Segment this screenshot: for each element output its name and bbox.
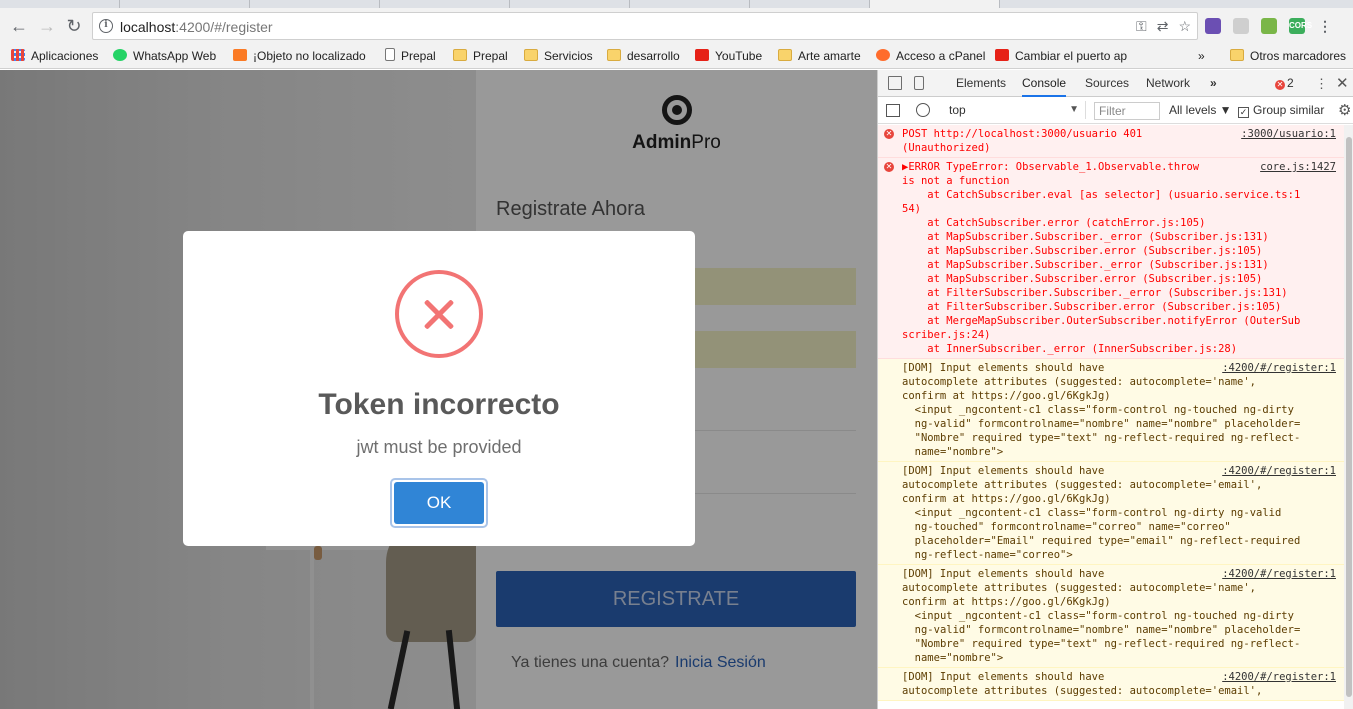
extension-icon[interactable]: [1261, 18, 1277, 34]
console-dom-warning[interactable]: [DOM] Input elements should have autocom…: [878, 462, 1344, 565]
youtube-icon: [995, 49, 1009, 61]
browser-tab[interactable]: [630, 0, 750, 8]
reload-icon[interactable]: ↻: [63, 16, 85, 38]
bookmark-apps[interactable]: Aplicaciones: [11, 48, 98, 65]
browser-tab[interactable]: [510, 0, 630, 8]
xampp-icon: [233, 49, 247, 61]
whatsapp-icon: [113, 49, 127, 61]
cpanel-icon: [876, 49, 890, 61]
tab-elements[interactable]: Elements: [956, 70, 1006, 97]
cors-extension-icon[interactable]: CORS: [1289, 18, 1312, 34]
bookmark-youtube[interactable]: YouTube: [695, 48, 762, 65]
bookmark-arte-amarte[interactable]: Arte amarte: [778, 48, 861, 65]
devtools-menu-icon[interactable]: ⋮: [1315, 76, 1328, 92]
bookmark-cpanel[interactable]: Acceso a cPanel: [876, 48, 985, 65]
tab-strip: [0, 0, 1353, 8]
error-count-badge[interactable]: ✕ 2: [1275, 76, 1294, 90]
bookmark-prepal-page[interactable]: Prepal: [385, 48, 436, 65]
key-icon[interactable]: ⚿: [1136, 18, 1147, 35]
source-link[interactable]: core.js:1427: [1260, 160, 1336, 174]
browser-tab[interactable]: [120, 0, 250, 8]
menu-icon[interactable]: ⋮: [1317, 18, 1333, 34]
address-bar[interactable]: i localhost:4200/#/register ⚿ ⇄ ☆: [92, 12, 1198, 40]
star-icon[interactable]: ☆: [1178, 18, 1191, 35]
bookmarks-bar: Aplicaciones WhatsApp Web ¡Objeto no loc…: [0, 44, 1353, 69]
inspect-element-icon[interactable]: [888, 76, 902, 90]
folder-icon: [524, 49, 538, 61]
browser-tab-active[interactable]: [870, 0, 1000, 8]
console-error-message[interactable]: ✕ ▶ERROR TypeError: Observable_1.Observab…: [878, 158, 1344, 359]
device-toolbar-icon[interactable]: [914, 76, 924, 90]
console-dom-warning[interactable]: [DOM] Input elements should have autocom…: [878, 668, 1344, 701]
bookmark-otros[interactable]: Otros marcadores: [1230, 48, 1346, 65]
chevron-down-icon: ▼: [1069, 104, 1079, 115]
console-dom-warning[interactable]: [DOM] Input elements should have autocom…: [878, 565, 1344, 668]
devtools-tabbar: Elements Console Sources Network » ✕ 2 ⋮ …: [878, 70, 1353, 97]
info-icon[interactable]: i: [99, 19, 113, 33]
folder-icon: [778, 49, 792, 61]
forward-icon[interactable]: →: [36, 16, 58, 38]
console-dom-warning[interactable]: [DOM] Input elements should have autocom…: [878, 359, 1344, 462]
page-viewport: AdminPro Registrate Ahora nguiano x REGI…: [0, 70, 877, 709]
tab-network[interactable]: Network: [1146, 70, 1190, 97]
error-icon: ✕: [1275, 80, 1285, 90]
bookmark-whatsapp[interactable]: WhatsApp Web: [113, 48, 216, 65]
dialog-message: jwt must be provided: [356, 437, 522, 457]
url-text[interactable]: localhost:4200/#/register: [120, 19, 273, 35]
devtools-panel: Elements Console Sources Network » ✕ 2 ⋮ …: [877, 70, 1353, 709]
folder-icon: [607, 49, 621, 61]
browser-toolbar: ← → ↻ i localhost:4200/#/register ⚿ ⇄ ☆ …: [0, 8, 1353, 44]
browser-tab[interactable]: [380, 0, 510, 8]
bookmark-cambiar-puerto[interactable]: Cambiar el puerto ap: [995, 48, 1135, 65]
bookmark-servicios[interactable]: Servicios: [524, 48, 593, 65]
extension-icon[interactable]: [1205, 18, 1221, 34]
source-link[interactable]: :4200/#/register:1: [1222, 464, 1336, 478]
tab-sources[interactable]: Sources: [1085, 70, 1129, 97]
clear-console-icon[interactable]: [916, 103, 930, 117]
error-icon: ✕: [884, 129, 894, 139]
console-error-message[interactable]: ✕ POST http://localhost:3000/usuario 401 …: [878, 125, 1344, 158]
source-link[interactable]: :4200/#/register:1: [1222, 670, 1336, 684]
log-levels-select[interactable]: All levels ▼: [1169, 103, 1232, 117]
error-icon: ✕: [884, 162, 894, 172]
console-toolbar: top ▼ Filter All levels ▼ ✓ Group similar …: [878, 98, 1353, 124]
bookmarks-overflow[interactable]: »: [1198, 48, 1205, 65]
apps-grid-icon: [11, 49, 25, 61]
scrollbar-thumb[interactable]: [1346, 137, 1352, 697]
error-x-icon: [395, 270, 483, 358]
source-link[interactable]: :3000/usuario:1: [1241, 127, 1336, 141]
filter-input[interactable]: Filter: [1094, 102, 1160, 120]
gear-icon[interactable]: ⚙: [1338, 101, 1351, 119]
tab-console[interactable]: Console: [1022, 70, 1067, 97]
source-link[interactable]: :4200/#/register:1: [1222, 567, 1336, 581]
browser-tab[interactable]: [750, 0, 870, 8]
checkbox-checked-icon: ✓: [1238, 107, 1249, 118]
error-dialog: Token incorrecto jwt must be provided OK: [183, 231, 695, 546]
back-icon[interactable]: ←: [8, 16, 30, 38]
context-select[interactable]: top ▼: [944, 101, 1086, 119]
page-icon: [385, 48, 395, 61]
ok-button-label: OK: [394, 482, 484, 524]
bookmark-objeto[interactable]: ¡Objeto no localizado: [233, 48, 373, 65]
close-icon[interactable]: ✕: [1336, 74, 1349, 92]
folder-icon: [453, 49, 467, 61]
bookmark-desarrollo[interactable]: desarrollo: [607, 48, 680, 65]
translate-icon[interactable]: ⇄: [1157, 18, 1169, 35]
tabs-overflow[interactable]: »: [1210, 70, 1217, 97]
extension-icon[interactable]: [1233, 18, 1249, 34]
sidebar-toggle-icon[interactable]: [886, 104, 900, 117]
source-link[interactable]: :4200/#/register:1: [1222, 361, 1336, 375]
console-scrollbar[interactable]: [1344, 125, 1353, 709]
browser-tab[interactable]: [250, 0, 380, 8]
bookmark-prepal-folder[interactable]: Prepal: [453, 48, 508, 65]
folder-icon: [1230, 49, 1244, 61]
console-output: ✕ POST http://localhost:3000/usuario 401 …: [878, 125, 1344, 709]
ok-button[interactable]: OK: [390, 478, 488, 528]
browser-tab[interactable]: [0, 0, 120, 8]
dialog-title: Token incorrecto: [318, 388, 560, 421]
group-similar-checkbox[interactable]: ✓ Group similar: [1238, 103, 1324, 118]
youtube-icon: [695, 49, 709, 61]
